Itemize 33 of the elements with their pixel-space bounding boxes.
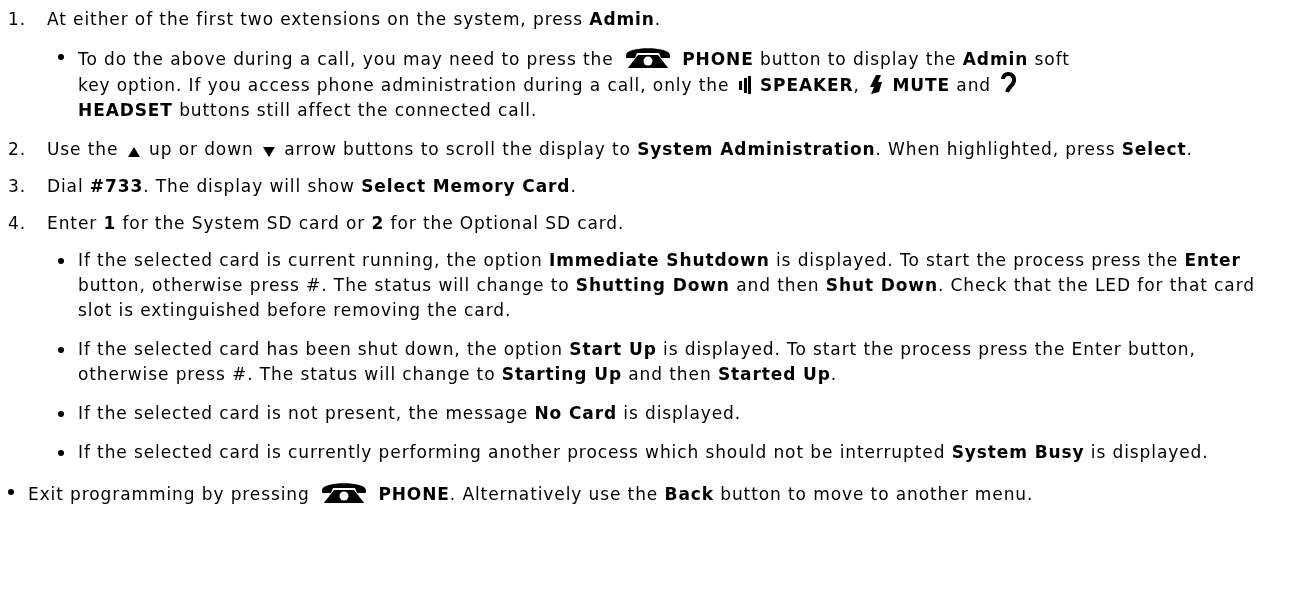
instruction-text: SPEAKER, bbox=[759, 75, 860, 95]
instruction-text: key option. If you access phone administration during a call, only the bbox=[78, 75, 730, 95]
up-triangle-icon bbox=[127, 146, 140, 158]
bullet-icon bbox=[58, 347, 64, 353]
instruction-text: Dial #733. The display will show Select Memory Card. bbox=[47, 176, 577, 196]
instruction-text: If the selected card is not present, the message No Card is displayed. bbox=[78, 403, 742, 423]
instruction-text: press Select. bbox=[1065, 139, 1193, 159]
instruction-text: If the selected card is current running, the option Immediate Shutdown is displayed. To start the process press the Enter button, otherwise press #. The status will change to Shutting Down and then Shut Down. Check that the LED for that card slot is extinguished before removing the card. bbox=[78, 250, 1255, 320]
instruction-text: PHONE. Alternatively use the Back button to move to another menu. bbox=[378, 484, 1034, 504]
instruction-text: HEADSET buttons still affect the connected call. bbox=[78, 100, 538, 120]
instruction-text: Enter 1 for the System SD card or 2 for the Optional SD card. bbox=[47, 213, 625, 233]
instruction-text: MUTE and bbox=[892, 75, 992, 95]
step-number: 1. bbox=[8, 8, 28, 31]
instruction-text: If the selected card has been shut down, the option Start Up is displayed. To start the process press the Enter button, otherwise press #. The status will change to Starting Up and then Started Up. bbox=[78, 339, 1196, 384]
step-number: 4. bbox=[8, 212, 28, 235]
bullet-icon bbox=[58, 411, 64, 417]
instruction-text: To do the above during a call, you may need to press the bbox=[78, 49, 614, 69]
down-triangle-icon bbox=[262, 146, 275, 158]
instruction-text: At either of the first two extensions on the system, press Admin. bbox=[47, 9, 662, 29]
bullet-icon bbox=[58, 450, 64, 456]
bullet-icon bbox=[8, 489, 14, 495]
instruction-text: up or down bbox=[149, 139, 254, 159]
step-number: 2. bbox=[8, 138, 28, 161]
speaker-icon bbox=[738, 76, 751, 94]
bullet-icon bbox=[58, 258, 64, 264]
headset-icon bbox=[1000, 72, 1017, 94]
instruction-text: If the selected card is currently performing another process which should not be interrupted System Busy is displayed. bbox=[78, 442, 1209, 462]
instruction-text: arrow buttons to scroll the display to System Administration. When highlighted, bbox=[284, 139, 1059, 159]
bullet-icon bbox=[58, 54, 64, 60]
instruction-text: PHONE button to display the Admin soft bbox=[682, 49, 1070, 69]
instruction-text: Exit programming by pressing bbox=[28, 484, 310, 504]
instruction-text: Use the bbox=[47, 139, 119, 159]
step-number: 3. bbox=[8, 175, 28, 198]
